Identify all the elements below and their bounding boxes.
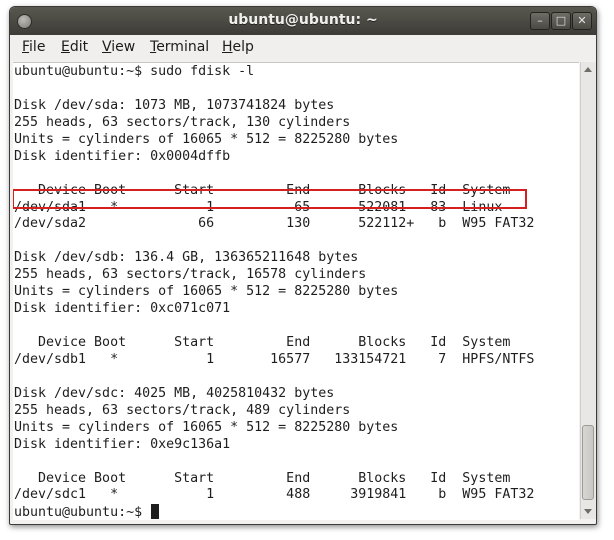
menu-edit[interactable]: Edit: [61, 39, 88, 55]
menu-bar: File Edit View Terminal Help: [10, 35, 596, 61]
terminal-line: Device Boot Start End Blocks Id System: [14, 335, 511, 350]
terminal-line: Disk /dev/sda: 1073 MB, 1073741824 bytes: [14, 97, 335, 113]
terminal-prompt-line: ubuntu@ubuntu:~$: [14, 504, 534, 520]
terminal-line: ubuntu@ubuntu:~$ sudo fdisk -l: [14, 64, 255, 79]
menu-view[interactable]: View: [102, 39, 135, 55]
terminal-line: Units = cylinders of 16065 * 512 = 82252…: [14, 131, 399, 147]
menu-file[interactable]: File: [22, 39, 45, 55]
text-cursor: [151, 504, 160, 520]
maximize-button[interactable]: □: [551, 12, 571, 30]
terminal-prompt: ubuntu@ubuntu:~$: [14, 505, 151, 520]
terminal-line: Disk /dev/sdc: 4025 MB, 4025810432 bytes: [14, 385, 335, 401]
close-button[interactable]: ✕: [572, 12, 592, 30]
terminal-line: Units = cylinders of 16065 * 512 = 82252…: [14, 419, 399, 435]
terminal-lines: ubuntu@ubuntu:~$ sudo fdisk -l Disk /dev…: [14, 64, 534, 520]
terminal-line: 255 heads, 63 sectors/track, 489 cylinde…: [14, 402, 351, 418]
menu-terminal[interactable]: Terminal: [150, 39, 209, 55]
terminal-line: /dev/sdb1 * 1 16577 133154721 7 HPFS/NTF…: [14, 351, 535, 367]
title-bar[interactable]: ubuntu@ubuntu: ~ – □ ✕: [10, 7, 596, 35]
highlight-annotation-box: [13, 189, 527, 209]
terminal-output[interactable]: ubuntu@ubuntu:~$ sudo fdisk -l Disk /dev…: [13, 62, 579, 520]
terminal-line: Disk identifier: 0xe9c136a1: [14, 436, 231, 452]
vertical-scrollbar[interactable]: [580, 62, 596, 519]
terminal-line: /dev/sda2 66 130 522112+ b W95 FAT32: [14, 216, 535, 232]
window-title: ubuntu@ubuntu: ~: [228, 12, 378, 28]
scrollbar-thumb[interactable]: [582, 425, 594, 500]
terminal-line: Disk /dev/sdb: 136.4 GB, 136365211648 by…: [14, 250, 359, 266]
terminal-line: 255 heads, 63 sectors/track, 16578 cylin…: [14, 267, 367, 283]
menu-help[interactable]: Help: [222, 39, 254, 55]
terminal-line: Disk identifier: 0x0004dffb: [14, 148, 231, 164]
terminal-line: Units = cylinders of 16065 * 512 = 82252…: [14, 284, 399, 300]
terminal-line: Device Boot Start End Blocks Id System: [14, 470, 511, 486]
scroll-up-arrow-icon[interactable]: [584, 67, 592, 72]
terminal-line: Disk identifier: 0xc071c071: [14, 301, 231, 317]
terminal-window: ubuntu@ubuntu: ~ – □ ✕ File Edit View Te…: [9, 6, 597, 525]
scroll-down-arrow-icon[interactable]: [584, 509, 592, 514]
terminal-line: /dev/sdc1 * 1 488 3919841 b W95 FAT32: [14, 487, 535, 503]
terminal-line: 255 heads, 63 sectors/track, 130 cylinde…: [14, 114, 351, 130]
minimize-button[interactable]: –: [530, 12, 550, 30]
